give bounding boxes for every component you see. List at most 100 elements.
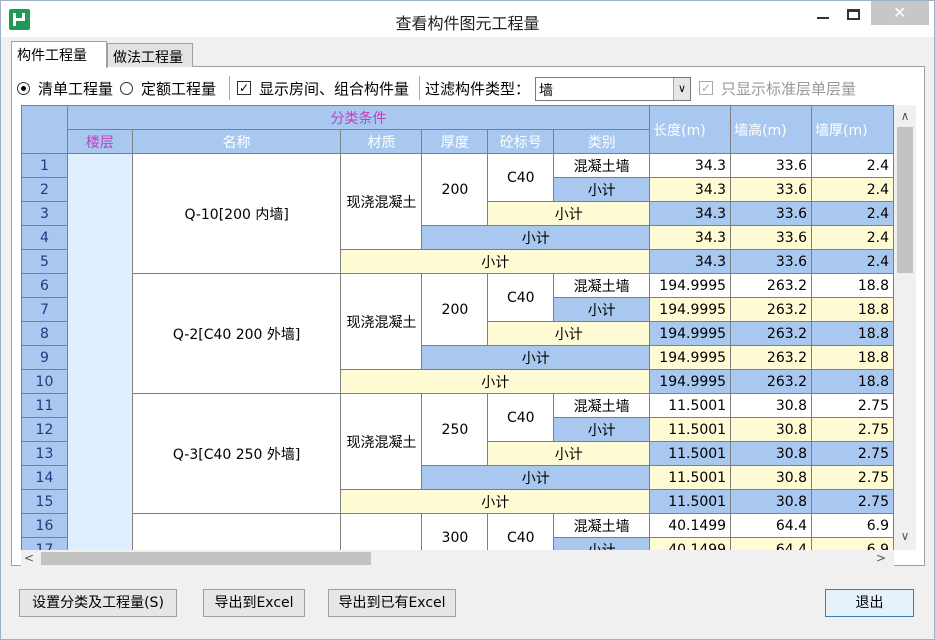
wall-thick-cell[interactable]: 6.9	[811, 537, 894, 550]
wall-thick-cell[interactable]: 2.4	[811, 177, 894, 202]
wall-thick-cell[interactable]: 18.8	[811, 297, 894, 322]
bill-quantity-radio[interactable]: 清单工程量	[17, 76, 113, 100]
length-cell[interactable]: 194.9995	[649, 321, 732, 346]
scroll-left-icon[interactable]: <	[21, 551, 37, 565]
wall-height-cell[interactable]: 33.6	[730, 153, 812, 178]
wall-height-cell[interactable]: 33.6	[730, 201, 812, 226]
row-number[interactable]: 5	[21, 249, 68, 274]
length-cell[interactable]: 194.9995	[649, 369, 732, 394]
length-cell[interactable]: 34.3	[649, 177, 732, 202]
subtotal-cell[interactable]: 小计	[421, 225, 651, 250]
wall-height-cell[interactable]: 33.6	[730, 177, 812, 202]
close-button[interactable]: ✕	[871, 1, 929, 25]
wall-thick-cell[interactable]: 2.4	[811, 225, 894, 250]
wall-thick-cell[interactable]: 6.9	[811, 513, 894, 538]
row-number[interactable]: 12	[21, 417, 68, 442]
wall-height-cell[interactable]: 64.4	[730, 537, 812, 550]
wall-thick-cell[interactable]: 2.75	[811, 393, 894, 418]
row-number[interactable]: 1	[21, 153, 68, 178]
length-cell[interactable]: 40.1499	[649, 537, 732, 550]
category-cell[interactable]: 混凝土墙	[553, 393, 651, 418]
subtotal-cell[interactable]: 小计	[421, 465, 651, 490]
quantity-grid[interactable]: 分类条件 长度(m) 墙高(m) 墙厚(m) 楼层 名称 材质 厚度 砼标号 类别 1 Q-10[20…	[21, 105, 894, 550]
exit-button[interactable]: 退出	[825, 589, 914, 617]
wall-thick-cell[interactable]: 2.75	[811, 441, 894, 466]
length-cell[interactable]: 34.3	[649, 225, 732, 250]
subtotal-cell[interactable]: 小计	[340, 489, 651, 514]
row-number[interactable]: 10	[21, 369, 68, 394]
length-cell[interactable]: 34.3	[649, 249, 732, 274]
wall-height-cell[interactable]: 30.8	[730, 417, 812, 442]
subtotal-cell[interactable]: 小计	[553, 297, 651, 322]
row-number[interactable]: 7	[21, 297, 68, 322]
row-number[interactable]: 2	[21, 177, 68, 202]
wall-thick-cell[interactable]: 18.8	[811, 369, 894, 394]
subtotal-cell[interactable]: 小计	[487, 321, 651, 346]
category-cell[interactable]: 混凝土墙	[553, 273, 651, 298]
thickness-cell[interactable]: 200	[421, 153, 489, 226]
length-cell[interactable]: 11.5001	[649, 441, 732, 466]
wall-height-cell[interactable]: 263.2	[730, 369, 812, 394]
material-cell[interactable]: 现浇混凝土	[340, 153, 423, 250]
component-name-cell[interactable]: Q-10[200 内墙]	[131, 153, 342, 274]
category-cell[interactable]: 混凝土墙	[553, 513, 651, 538]
length-cell[interactable]: 11.5001	[649, 393, 732, 418]
subtotal-cell[interactable]: 小计	[421, 345, 651, 370]
wall-thick-cell[interactable]: 2.75	[811, 489, 894, 514]
thickness-cell[interactable]: 250	[421, 393, 489, 466]
row-number[interactable]: 6	[21, 273, 68, 298]
horizontal-scrollbar[interactable]: < >	[21, 550, 894, 568]
wall-height-cell[interactable]: 263.2	[730, 273, 812, 298]
wall-thick-cell[interactable]: 2.4	[811, 153, 894, 178]
row-number[interactable]: 15	[21, 489, 68, 514]
length-cell[interactable]: 11.5001	[649, 417, 732, 442]
scroll-thumb[interactable]	[897, 127, 913, 273]
table-row[interactable]: 6 Q-2[C40 200 外墙] 现浇混凝土 200 C40 混凝土墙 194.9995 2…	[21, 273, 894, 394]
title-bar[interactable]: 查看构件图元工程量 ✕	[1, 1, 934, 37]
wall-height-cell[interactable]: 263.2	[730, 297, 812, 322]
wall-height-cell[interactable]: 33.6	[730, 249, 812, 274]
subtotal-cell[interactable]: 小计	[340, 249, 651, 274]
wall-height-cell[interactable]: 30.8	[730, 441, 812, 466]
length-cell[interactable]: 194.9995	[649, 297, 732, 322]
row-number[interactable]: 3	[21, 201, 68, 226]
tab-method-quantity[interactable]: 做法工程量	[107, 43, 193, 67]
scroll-up-icon[interactable]: ∧	[894, 109, 916, 123]
subtotal-cell[interactable]: 小计	[340, 369, 651, 394]
settings-button[interactable]: 设置分类及工程量(S)	[19, 589, 177, 617]
wall-thick-cell[interactable]: 18.8	[811, 345, 894, 370]
wall-thick-cell[interactable]: 18.8	[811, 273, 894, 298]
show-rooms-checkbox[interactable]: ✓ 显示房间、组合构件量	[237, 76, 409, 100]
filter-type-select[interactable]: 墙 ∨	[535, 77, 691, 101]
tab-component-quantity[interactable]: 构件工程量	[11, 41, 107, 68]
minimize-button[interactable]	[809, 3, 837, 25]
material-cell[interactable]: 现浇混凝土	[340, 273, 423, 370]
row-number[interactable]: 11	[21, 393, 68, 418]
subtotal-cell[interactable]: 小计	[487, 201, 651, 226]
table-row[interactable]: 1 Q-10[200 内墙] 现浇混凝土 200 C40 混凝土墙 34.3 33.6 2.4	[21, 153, 894, 550]
wall-thick-cell[interactable]: 2.75	[811, 417, 894, 442]
row-number[interactable]: 16	[21, 513, 68, 538]
wall-thick-cell[interactable]: 18.8	[811, 321, 894, 346]
category-cell[interactable]: 混凝土墙	[553, 153, 651, 178]
grade-cell[interactable]: C40	[487, 153, 555, 202]
table-row[interactable]: 11 Q-3[C40 250 外墙] 现浇混凝土 250 C40 混凝土墙 11.5001 3…	[21, 393, 894, 514]
scroll-right-icon[interactable]: >	[873, 551, 889, 565]
quota-quantity-radio[interactable]: 定额工程量	[120, 76, 216, 100]
row-number[interactable]: 14	[21, 465, 68, 490]
wall-height-cell[interactable]: 64.4	[730, 513, 812, 538]
component-name-cell[interactable]	[131, 513, 342, 550]
floor-cell[interactable]	[66, 153, 133, 550]
row-number[interactable]: 17	[21, 537, 68, 550]
vertical-scrollbar[interactable]: ∧ ∨	[894, 105, 916, 550]
wall-height-cell[interactable]: 263.2	[730, 321, 812, 346]
length-cell[interactable]: 194.9995	[649, 345, 732, 370]
header-row[interactable]: 分类条件 长度(m) 墙高(m) 墙厚(m)	[21, 105, 894, 154]
grade-cell[interactable]: C40	[487, 273, 555, 322]
scroll-down-icon[interactable]: ∨	[894, 529, 916, 543]
row-number[interactable]: 13	[21, 441, 68, 466]
length-cell[interactable]: 34.3	[649, 153, 732, 178]
component-name-cell[interactable]: Q-2[C40 200 外墙]	[131, 273, 342, 394]
length-cell[interactable]: 34.3	[649, 201, 732, 226]
maximize-button[interactable]	[839, 3, 867, 25]
